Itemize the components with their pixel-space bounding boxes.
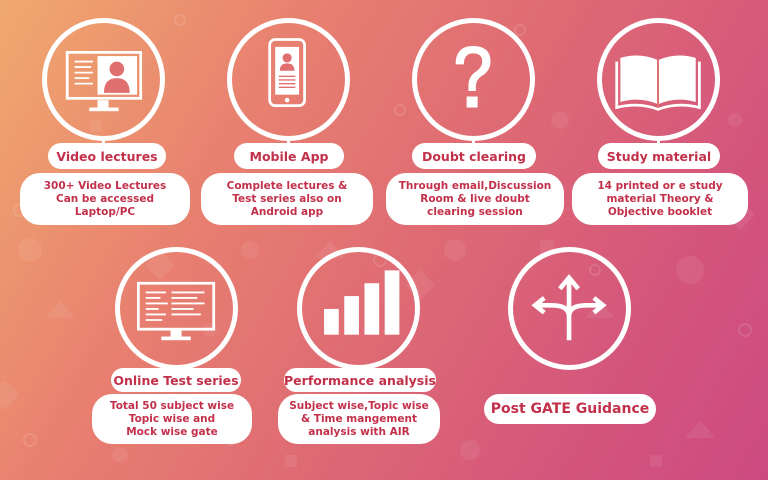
feature-title: Online Test series: [111, 368, 241, 392]
feature-title: Doubt clearing: [412, 143, 536, 169]
feature-description: Total 50 subject wise Topic wise and Moc…: [92, 394, 252, 444]
feature-title: Mobile App: [234, 143, 344, 169]
feature-description: 14 printed or e study material Theory & …: [572, 173, 748, 225]
feature-description: Complete lectures & Test series also on …: [201, 173, 373, 225]
open-book-icon: [597, 18, 720, 141]
monitor-person-icon: [42, 18, 165, 141]
feature-title: Performance analysis: [284, 368, 436, 392]
diverging-arrows-icon: [508, 247, 631, 370]
bar-chart-icon: [297, 247, 420, 370]
monitor-code-icon: [115, 247, 238, 370]
feature-title: Post GATE Guidance: [484, 394, 656, 424]
feature-description: 300+ Video Lectures Can be accessed Lapt…: [20, 173, 190, 225]
mobile-phone-icon: [227, 18, 350, 141]
feature-title: Study material: [598, 143, 720, 169]
feature-description: Subject wise,Topic wise & Time mangement…: [278, 394, 440, 444]
feature-title: Video lectures: [48, 143, 166, 169]
question-mark-icon: [412, 18, 535, 141]
feature-description: Through email,Discussion Room & live dou…: [386, 173, 564, 225]
